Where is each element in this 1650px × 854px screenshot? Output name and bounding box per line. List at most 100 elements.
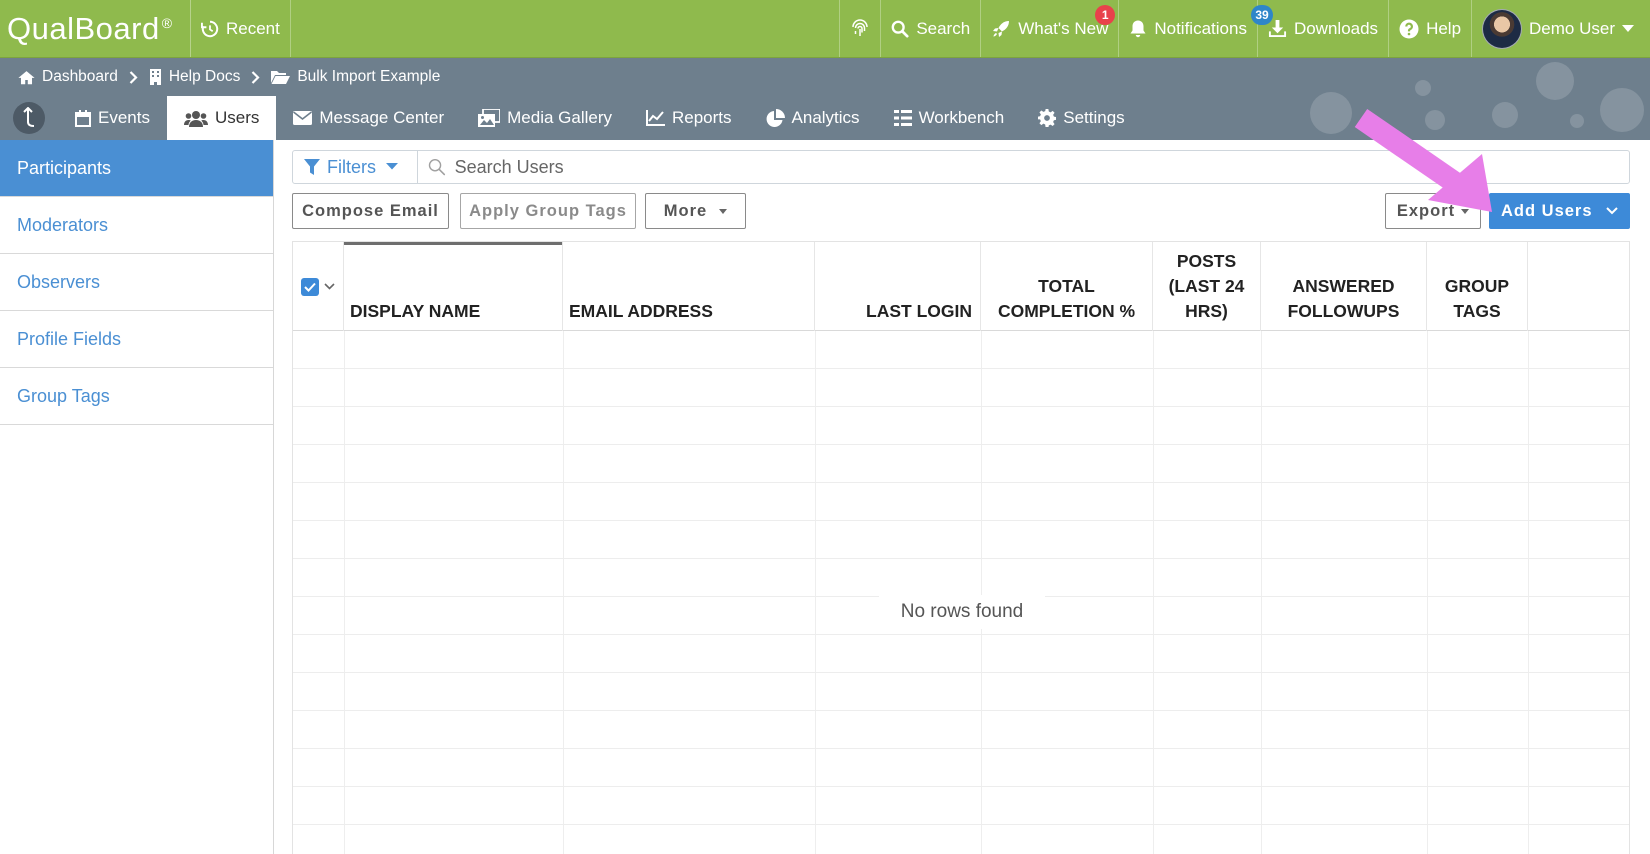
select-all-checkbox[interactable]	[301, 277, 319, 296]
more-dropdown[interactable]: More	[645, 193, 746, 229]
logo-text: QualBoard	[7, 10, 160, 46]
download-icon	[1268, 19, 1287, 38]
downloads-label: Downloads	[1293, 18, 1379, 38]
table-row	[293, 521, 1629, 559]
table-row	[293, 483, 1629, 521]
bokeh-circle	[1310, 92, 1352, 134]
sidebar-item-profile-fields[interactable]: Profile Fields	[0, 311, 273, 368]
add-users-label: Add Users	[1501, 201, 1593, 220]
column-header-text: FOLLOWUPS	[1287, 301, 1400, 321]
notifications-label: Notifications	[1154, 18, 1247, 38]
user-menu[interactable]: Demo User	[1472, 0, 1650, 57]
up-arrow-icon	[13, 102, 45, 134]
more-label: More	[663, 201, 708, 220]
sidebar-item-observers[interactable]: Observers	[0, 254, 273, 311]
breadcrumb-bulk-import-example: Bulk Import Example	[297, 68, 441, 85]
whats-new-button[interactable]: What's New 1	[981, 0, 1120, 57]
up-level-button[interactable]	[0, 96, 58, 140]
table-row	[293, 331, 1629, 369]
add-users-button[interactable]: Add Users	[1489, 193, 1630, 229]
column-header-group-tags[interactable]: GROUP TAGS	[1427, 242, 1528, 331]
help-button[interactable]: Help	[1389, 0, 1473, 57]
column-header-text: HRS)	[1185, 301, 1228, 321]
main-nav: Events Users Message Center Media Galler…	[0, 96, 1142, 140]
search-nav-button[interactable]: Search	[881, 0, 982, 57]
rocket-icon	[993, 20, 1010, 37]
column-header-text: COMPLETION %	[997, 301, 1136, 321]
sidebar-item-group-tags[interactable]: Group Tags	[0, 368, 273, 425]
breadcrumb: Dashboard Help Docs Bulk Import Example	[18, 66, 440, 88]
column-header-total-completion[interactable]: TOTAL COMPLETION %	[981, 242, 1153, 331]
column-header-last-login[interactable]: LAST LOGIN	[815, 242, 981, 331]
tab-events[interactable]: Events	[58, 96, 167, 140]
search-icon	[428, 158, 446, 176]
no-rows-text: No rows found	[878, 595, 1046, 629]
tab-message-center[interactable]: Message Center	[276, 96, 461, 140]
column-header-text: POSTS	[1176, 251, 1237, 271]
column-header-display-name[interactable]: DISPLAY NAME	[344, 242, 563, 331]
downloads-button[interactable]: Downloads	[1258, 0, 1390, 57]
chevron-right-icon	[252, 70, 260, 84]
tab-settings[interactable]: Settings	[1021, 96, 1141, 140]
list-icon	[893, 110, 912, 126]
table-row	[293, 825, 1629, 854]
tab-events-label: Events	[98, 108, 150, 127]
user-name: Demo User	[1529, 18, 1615, 38]
table-row	[293, 407, 1629, 445]
table-row	[293, 711, 1629, 749]
tab-workbench-label: Workbench	[918, 108, 1005, 127]
empty-state: No rows found	[293, 595, 1629, 629]
column-header-text: TOTAL	[1038, 276, 1095, 296]
column-header-text: EMAIL ADDRESS	[569, 301, 713, 321]
sidebar-item-moderators[interactable]: Moderators	[0, 197, 273, 254]
logo-registered-mark: ®	[161, 14, 173, 31]
add-users-dropdown-toggle[interactable]	[1594, 207, 1630, 215]
search-icon	[891, 20, 909, 38]
tab-users-label: Users	[214, 108, 260, 127]
table-row	[293, 369, 1629, 407]
qualboard-logo[interactable]: QualBoard ®	[0, 0, 191, 57]
column-header-posts-last-24-hrs[interactable]: POSTS (LAST 24 HRS)	[1153, 242, 1261, 331]
fingerprint-button[interactable]	[840, 0, 882, 57]
compose-email-label: Compose Email	[302, 201, 439, 220]
column-header-answered-followups[interactable]: ANSWERED FOLLOWUPS	[1261, 242, 1427, 331]
tab-analytics[interactable]: Analytics	[749, 96, 877, 140]
breadcrumb-dashboard[interactable]: Dashboard	[42, 68, 118, 86]
column-header-email-address[interactable]: EMAIL ADDRESS	[563, 242, 815, 331]
bokeh-circle	[1600, 88, 1644, 132]
sidebar-item-participants[interactable]: Participants	[0, 140, 273, 197]
tab-reports[interactable]: Reports	[629, 96, 749, 140]
bokeh-circle	[1536, 62, 1574, 100]
sidebar: Participants Moderators Observers Profil…	[0, 140, 274, 854]
whats-new-badge: 1	[1095, 5, 1116, 25]
filters-label: Filters	[327, 156, 376, 177]
apply-group-tags-button[interactable]: Apply Group Tags	[460, 193, 636, 229]
users-icon	[183, 110, 208, 127]
tab-media-gallery[interactable]: Media Gallery	[461, 96, 629, 140]
caret-down-icon	[1622, 24, 1634, 32]
recent-label: Recent	[226, 18, 280, 38]
tab-workbench[interactable]: Workbench	[877, 96, 1022, 140]
fingerprint-icon	[852, 18, 869, 36]
gear-icon	[1038, 109, 1057, 127]
breadcrumb-help-docs[interactable]: Help Docs	[169, 68, 241, 86]
recent-button[interactable]: Recent	[191, 0, 291, 57]
column-header-text: ANSWERED	[1292, 276, 1395, 296]
envelope-icon	[293, 111, 313, 125]
history-icon	[201, 20, 219, 37]
filters-dropdown[interactable]: Filters	[293, 151, 418, 183]
users-table: DISPLAY NAME EMAIL ADDRESS LAST LOGIN TO…	[292, 241, 1630, 854]
notifications-button[interactable]: Notifications 39	[1119, 0, 1273, 57]
avatar	[1482, 8, 1523, 49]
tab-users[interactable]: Users	[166, 96, 277, 140]
help-label: Help	[1426, 18, 1462, 38]
line-chart-icon	[646, 110, 665, 126]
compose-email-button[interactable]: Compose Email	[292, 193, 449, 229]
select-all-column	[293, 242, 344, 331]
calendar-icon	[75, 109, 91, 127]
table-row	[293, 559, 1629, 597]
table-row	[293, 635, 1629, 673]
column-header-text: DISPLAY NAME	[350, 301, 481, 321]
table-row	[293, 673, 1629, 711]
chevron-down-icon[interactable]	[324, 283, 335, 290]
